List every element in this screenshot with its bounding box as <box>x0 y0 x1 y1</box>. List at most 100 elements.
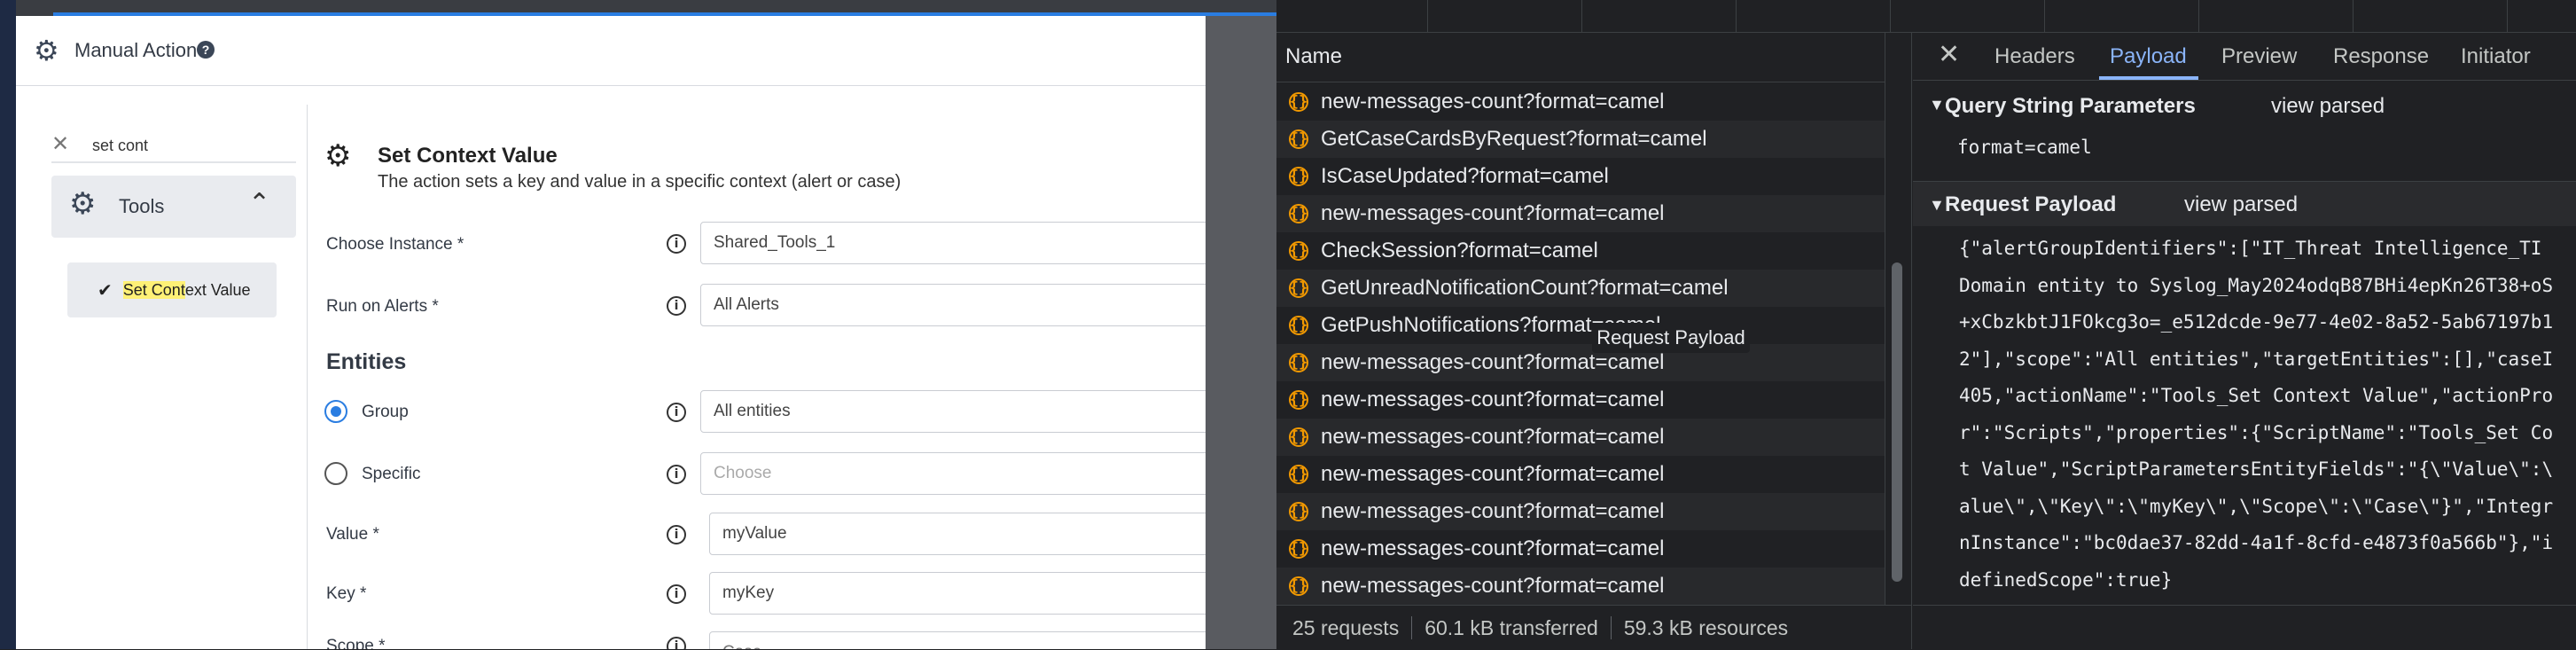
dialog-title: Manual Action <box>74 39 198 61</box>
list-scrollbar[interactable] <box>1892 262 1902 582</box>
instance-label: Choose Instance * <box>326 235 464 254</box>
info-icon[interactable]: i <box>667 403 686 422</box>
xhr-icon: {} <box>1289 465 1308 484</box>
status-bar: 25 requests 60.1 kB transferred 59.3 kB … <box>1276 605 1911 650</box>
timeline-strip <box>1276 0 2576 33</box>
request-row[interactable]: {} new-messages-count?format=camel <box>1276 493 1885 530</box>
payload-section-title: Request Payload <box>1945 192 2117 216</box>
request-name: new-messages-count?format=camel <box>1321 201 1665 225</box>
chevron-up-icon[interactable]: ⌃ <box>248 188 270 219</box>
action-gear-icon: ⚙ <box>324 138 352 174</box>
clear-search-icon[interactable]: ✕ <box>51 131 69 156</box>
payload-line: 405,"actionName":"Tools_Set Context Valu… <box>1959 385 2554 406</box>
modal-overlay-shade <box>1206 16 1276 649</box>
query-toggle-icon[interactable]: ▼ <box>1929 96 1945 114</box>
request-row[interactable]: {} new-messages-count?format=camel <box>1276 381 1885 419</box>
scope-field[interactable]: Case <box>709 631 1206 649</box>
scope-label: Scope * <box>326 637 386 649</box>
request-row[interactable]: {} GetCaseCardsByRequest?format=camel <box>1276 121 1885 158</box>
request-name: new-messages-count?format=camel <box>1321 462 1665 486</box>
xhr-icon: {} <box>1289 576 1308 596</box>
request-name: IsCaseUpdated?format=camel <box>1321 164 1609 188</box>
request-rows: {} new-messages-count?format=camel {} GetCa… <box>1276 83 1885 605</box>
action-item-set-context-value[interactable]: ✔ Set Context Value <box>67 262 277 317</box>
xhr-icon: {} <box>1289 502 1308 521</box>
group-label: Group <box>362 403 409 421</box>
dialog-header: ⚙ Manual Action ? <box>16 16 1206 86</box>
search-input[interactable]: set cont <box>92 137 148 155</box>
request-name: GetUnreadNotificationCount?format=camel <box>1321 276 1729 300</box>
request-name: new-messages-count?format=camel <box>1321 499 1665 523</box>
requests-count: 25 requests <box>1292 615 1400 639</box>
request-row[interactable]: {} new-messages-count?format=camel <box>1276 456 1885 493</box>
tab-headers[interactable]: Headers <box>1994 44 2075 69</box>
close-icon[interactable]: ✕ <box>1938 39 1960 70</box>
instance-field[interactable]: Shared_Tools_1 <box>700 222 1206 264</box>
request-row[interactable]: {} new-messages-count?format=camel <box>1276 568 1885 605</box>
tab-initiator[interactable]: Initiator <box>2461 44 2531 69</box>
request-row[interactable]: {} CheckSession?format=camel <box>1276 232 1885 270</box>
action-title: Set Context Value <box>378 144 558 168</box>
tools-group-label: Tools <box>119 195 165 217</box>
specific-radio[interactable] <box>324 462 347 485</box>
request-row[interactable]: {} new-messages-count?format=camel <box>1276 83 1885 121</box>
help-icon[interactable]: ? <box>197 41 215 59</box>
request-name: new-messages-count?format=camel <box>1321 388 1665 411</box>
info-icon[interactable]: i <box>667 637 686 649</box>
request-row[interactable]: {} new-messages-count?format=camel <box>1276 195 1885 232</box>
info-icon[interactable]: i <box>667 465 686 484</box>
specific-label: Specific <box>362 465 421 483</box>
devtools-panel: Name {} new-messages-count?format=camel{}… <box>1276 0 2576 649</box>
xhr-icon: {} <box>1289 539 1308 559</box>
request-row[interactable]: {} IsCaseUpdated?format=camel <box>1276 158 1885 195</box>
gear-icon: ⚙ <box>34 34 59 67</box>
specific-field[interactable]: Choose <box>700 452 1206 495</box>
request-row[interactable]: {} new-messages-count?format=camel <box>1276 530 1885 568</box>
payload-section-header[interactable]: ▼ Request Payload view parsed <box>1913 182 2576 226</box>
query-section-title: Query String Parameters <box>1945 94 2196 118</box>
query-param: format=camel <box>1957 137 2092 158</box>
manual-action-dialog: ⚙ Manual Action ? ✕ set cont ⚙ Tools ⌃ ✔… <box>16 16 1206 649</box>
xhr-icon: {} <box>1289 204 1308 223</box>
xhr-icon: {} <box>1289 241 1308 261</box>
request-row[interactable]: {} new-messages-count?format=camel <box>1276 419 1885 456</box>
xhr-icon: {} <box>1289 390 1308 410</box>
payload-line: definedScope":true} <box>1959 568 2173 591</box>
entities-heading: Entities <box>326 349 407 374</box>
request-row[interactable]: {} GetPushNotifications?format=camel <box>1276 307 1885 344</box>
tab-preview[interactable]: Preview <box>2221 44 2297 69</box>
request-name: new-messages-count?format=camel <box>1321 90 1665 114</box>
payload-body: {"alertGroupIdentifiers":["IT_Threat Int… <box>1959 231 2576 603</box>
payload-line: Domain entity to Syslog_May2024odqB87BHi… <box>1959 274 2554 296</box>
name-column-header[interactable]: Name <box>1276 32 1885 82</box>
transferred-size: 60.1 kB transferred <box>1425 615 1598 639</box>
action-list-pane: ✕ set cont ⚙ Tools ⌃ ✔ Set Context Value <box>16 105 308 649</box>
key-field[interactable]: myKey <box>709 572 1206 615</box>
info-icon[interactable]: i <box>667 525 686 544</box>
payload-line: t Value","ScriptParametersEntityFields":… <box>1959 458 2554 480</box>
request-row[interactable]: {} GetUnreadNotificationCount?format=came… <box>1276 270 1885 307</box>
payload-toggle-icon[interactable]: ▼ <box>1929 196 1945 215</box>
detail-tabbar: ✕ Headers Payload Preview Response Initi… <box>1913 32 2576 81</box>
run-on-alerts-field[interactable]: All Alerts <box>700 284 1206 326</box>
tools-group-header[interactable]: ⚙ Tools ⌃ <box>51 176 296 238</box>
payload-line: +xCbzkbtJ1FOkcg3o=_e512dcde-9e77-4e02-8a… <box>1959 311 2554 333</box>
payload-view-parsed[interactable]: view parsed <box>2184 192 2298 217</box>
info-icon[interactable]: i <box>667 296 686 316</box>
tab-payload[interactable]: Payload <box>2110 44 2187 69</box>
payload-line: r":"Scripts","properties":{"ScriptName":… <box>1959 421 2554 443</box>
app-left-nav <box>0 0 16 649</box>
xhr-icon: {} <box>1289 278 1308 298</box>
info-icon[interactable]: i <box>667 234 686 254</box>
request-row[interactable]: {} new-messages-count?format=camel <box>1276 344 1885 381</box>
tab-response[interactable]: Response <box>2333 44 2429 69</box>
value-field[interactable]: myValue <box>709 513 1206 555</box>
group-radio[interactable] <box>324 400 347 423</box>
payload-line: alue\",\"Key\":\"myKey\",\"Scope\":\"Cas… <box>1959 495 2554 517</box>
status-divider <box>1913 605 2576 606</box>
query-view-parsed[interactable]: view parsed <box>2271 94 2385 119</box>
group-field[interactable]: All entities <box>700 390 1206 433</box>
request-detail-pane: ✕ Headers Payload Preview Response Initi… <box>1913 32 2576 649</box>
request-name: new-messages-count?format=camel <box>1321 574 1665 598</box>
info-icon[interactable]: i <box>667 584 686 604</box>
